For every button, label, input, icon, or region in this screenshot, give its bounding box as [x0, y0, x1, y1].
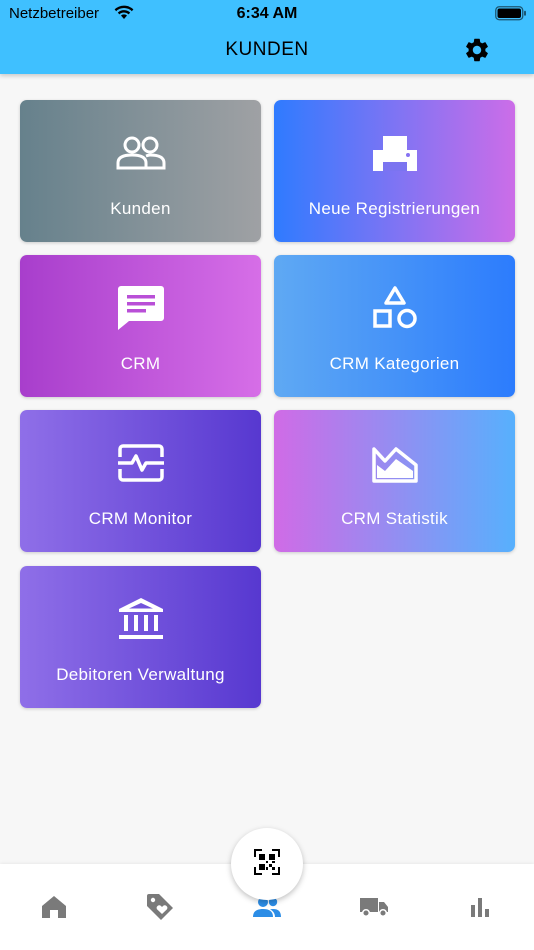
qr-scan-button[interactable] [231, 828, 303, 900]
tile-crm-kategorien[interactable]: CRM Kategorien [274, 255, 515, 397]
tile-label: CRM Kategorien [329, 354, 460, 373]
tile-label: CRM Statistik [341, 509, 448, 528]
truck-icon [359, 896, 389, 923]
tile-debitoren-verwaltung[interactable]: Debitoren Verwaltung [20, 566, 261, 708]
nav-home[interactable] [34, 894, 74, 924]
bank-icon [20, 596, 261, 642]
nav-statistics[interactable] [460, 894, 500, 924]
tag-heart-icon [146, 893, 174, 926]
gear-icon[interactable] [463, 36, 491, 69]
tile-label: CRM Monitor [88, 509, 193, 528]
qr-code-icon [253, 848, 281, 881]
tile-kunden[interactable]: Kunden [20, 100, 261, 242]
page-title: KUNDEN [225, 39, 309, 60]
tile-label: Neue Registrierungen [308, 199, 481, 218]
area-chart-icon [274, 440, 515, 486]
battery-icon [495, 6, 527, 26]
tile-crm-monitor[interactable]: CRM Monitor [20, 410, 261, 552]
tile-crm[interactable]: CRM [20, 255, 261, 397]
tile-label: Kunden [110, 199, 171, 218]
message-icon [20, 285, 261, 331]
status-bar: Netzbetreiber 6:34 AM [0, 0, 534, 28]
monitor-heartbeat-icon [20, 440, 261, 486]
tile-label: CRM [120, 354, 161, 373]
people-icon [20, 130, 261, 176]
printer-icon [274, 130, 515, 176]
tile-label: Debitoren Verwaltung [56, 665, 225, 684]
nav-delivery[interactable] [354, 894, 394, 924]
bar-chart-icon [469, 896, 491, 923]
tile-neue-registrierungen[interactable]: Neue Registrierungen [274, 100, 515, 242]
app-header: Netzbetreiber 6:34 AM KUNDEN [0, 0, 534, 74]
home-icon [41, 895, 67, 924]
tile-crm-statistik[interactable]: CRM Statistik [274, 410, 515, 552]
nav-tags[interactable] [140, 893, 180, 926]
shapes-icon [274, 285, 515, 331]
status-time: 6:34 AM [236, 5, 298, 22]
